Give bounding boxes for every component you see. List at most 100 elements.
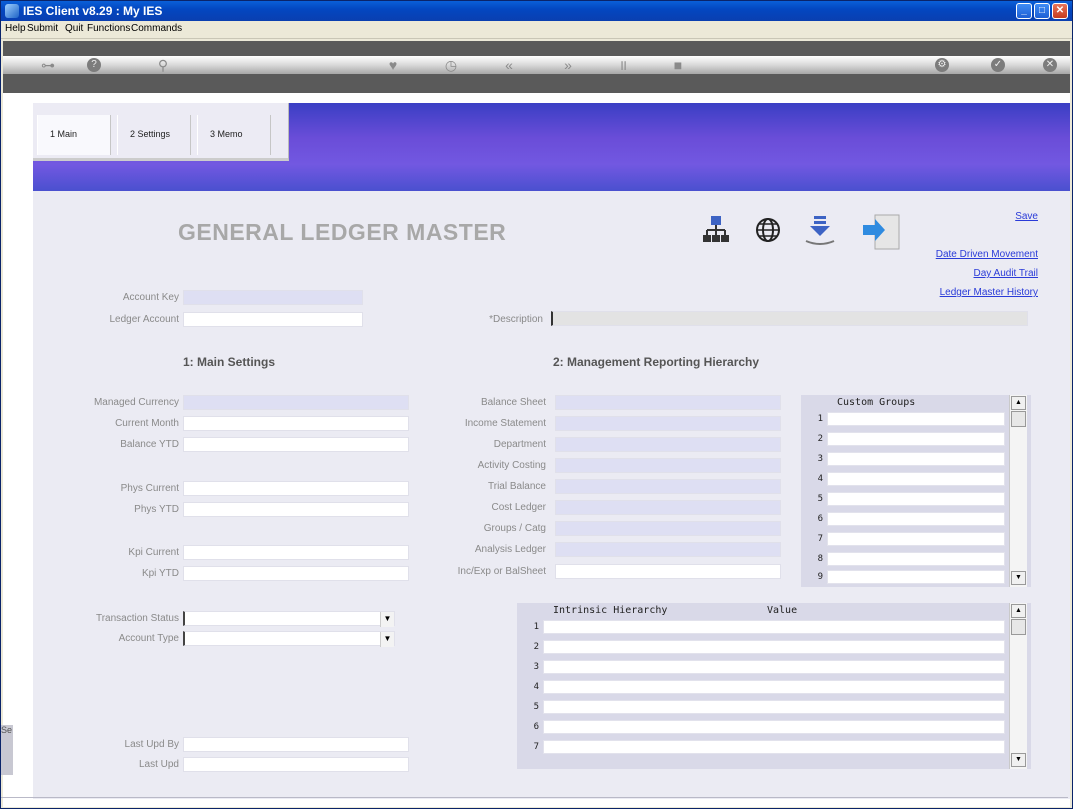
custom-group-row[interactable]: 7 xyxy=(801,531,1013,547)
ledger-master-history-link[interactable]: Ledger Master History xyxy=(940,287,1038,298)
current-month-field[interactable] xyxy=(183,416,409,431)
minimize-button[interactable]: _ xyxy=(1016,3,1032,19)
custom-group-row[interactable]: 9 xyxy=(801,569,1013,585)
analysis-ledger-field[interactable] xyxy=(555,542,781,557)
menu-help[interactable]: Help xyxy=(5,23,26,34)
forward-icon[interactable]: » xyxy=(558,56,578,74)
transaction-status-select[interactable]: ▼ xyxy=(183,611,395,627)
custom-group-cell[interactable] xyxy=(827,432,1005,446)
download-icon[interactable] xyxy=(801,213,839,251)
intrinsic-row[interactable]: 6 xyxy=(517,719,1011,735)
activity-costing-field[interactable] xyxy=(555,458,781,473)
scroll-up-icon[interactable]: ▲ xyxy=(1011,396,1026,410)
stop-icon[interactable]: ■ xyxy=(668,56,688,74)
custom-group-cell[interactable] xyxy=(827,532,1005,546)
day-audit-trail-link[interactable]: Day Audit Trail xyxy=(974,268,1038,279)
menu-quit[interactable]: Quit xyxy=(65,23,83,34)
custom-group-row[interactable]: 5 xyxy=(801,491,1013,507)
custom-group-row[interactable]: 4 xyxy=(801,471,1013,487)
heart-icon[interactable]: ♥ xyxy=(383,56,403,74)
trial-balance-field[interactable] xyxy=(555,479,781,494)
side-panel-tab[interactable]: Se xyxy=(1,725,13,775)
inc-exp-field[interactable] xyxy=(555,564,781,579)
tab-settings[interactable]: 2 Settings xyxy=(117,115,191,155)
phys-ytd-field[interactable] xyxy=(183,502,409,517)
back-icon[interactable]: « xyxy=(499,56,519,74)
key-icon[interactable]: ⊶ xyxy=(33,56,63,74)
kpi-ytd-field[interactable] xyxy=(183,566,409,581)
managed-currency-field[interactable] xyxy=(183,395,409,410)
balance-ytd-field[interactable] xyxy=(183,437,409,452)
inc-exp-label: Inc/Exp or BalSheet xyxy=(457,566,546,577)
department-field[interactable] xyxy=(555,437,781,452)
clock-icon[interactable]: ◷ xyxy=(441,56,461,74)
intrinsic-row[interactable]: 1 xyxy=(517,619,1011,635)
maximize-button[interactable]: □ xyxy=(1034,3,1050,19)
income-statement-field[interactable] xyxy=(555,416,781,431)
intrinsic-cell[interactable] xyxy=(543,680,1005,694)
globe-icon[interactable] xyxy=(749,213,787,251)
last-upd-by-field[interactable] xyxy=(183,737,409,752)
custom-group-cell[interactable] xyxy=(827,570,1005,584)
custom-group-cell[interactable] xyxy=(827,512,1005,526)
hierarchy-icon[interactable] xyxy=(697,213,735,251)
scroll-down-icon[interactable]: ▼ xyxy=(1011,753,1026,767)
ok-icon[interactable]: ✓ xyxy=(991,58,1005,72)
scroll-down-icon[interactable]: ▼ xyxy=(1011,571,1026,585)
intrinsic-cell[interactable] xyxy=(543,620,1005,634)
kpi-current-field[interactable] xyxy=(183,545,409,560)
intrinsic-row[interactable]: 4 xyxy=(517,679,1011,695)
settings-icon[interactable]: ⚙ xyxy=(935,58,949,72)
balance-sheet-field[interactable] xyxy=(555,395,781,410)
intrinsic-cell[interactable] xyxy=(543,740,1005,754)
scroll-thumb[interactable] xyxy=(1011,619,1026,635)
description-field[interactable] xyxy=(551,311,1028,326)
custom-group-row[interactable]: 3 xyxy=(801,451,1013,467)
custom-group-row[interactable]: 1 xyxy=(801,411,1013,427)
intrinsic-row[interactable]: 2 xyxy=(517,639,1011,655)
intrinsic-cell[interactable] xyxy=(543,720,1005,734)
custom-group-cell[interactable] xyxy=(827,552,1005,566)
custom-group-row[interactable]: 8 xyxy=(801,551,1013,567)
account-type-select[interactable]: ▼ xyxy=(183,631,395,647)
menu-commands[interactable]: Commands xyxy=(131,23,182,34)
custom-group-cell[interactable] xyxy=(827,492,1005,506)
intrinsic-cell[interactable] xyxy=(543,660,1005,674)
activity-costing-label: Activity Costing xyxy=(477,460,546,471)
last-upd-field[interactable] xyxy=(183,757,409,772)
dropdown-arrow-icon[interactable]: ▼ xyxy=(380,612,394,627)
ledger-account-field[interactable] xyxy=(183,312,363,327)
intrinsic-row[interactable]: 7 xyxy=(517,739,1011,755)
scroll-up-icon[interactable]: ▲ xyxy=(1011,604,1026,618)
close-icon[interactable]: ✕ xyxy=(1043,58,1057,72)
cost-ledger-field[interactable] xyxy=(555,500,781,515)
menu-submit[interactable]: Submit xyxy=(27,23,58,34)
dropdown-arrow-icon[interactable]: ▼ xyxy=(380,632,394,647)
custom-groups-scrollbar[interactable]: ▲ ▼ xyxy=(1009,395,1027,587)
custom-groups-grid: Custom Groups 1 2 3 4 5 6 7 8 9 ▲ ▼ xyxy=(801,395,1031,587)
custom-group-row[interactable]: 6 xyxy=(801,511,1013,527)
pause-icon[interactable]: ॥ xyxy=(613,56,633,74)
custom-group-cell[interactable] xyxy=(827,412,1005,426)
menu-functions[interactable]: Functions xyxy=(87,23,130,34)
close-window-button[interactable]: ✕ xyxy=(1052,3,1068,19)
intrinsic-scrollbar[interactable]: ▲ ▼ xyxy=(1009,603,1027,769)
groups-catg-field[interactable] xyxy=(555,521,781,536)
tab-main[interactable]: 1 Main xyxy=(37,115,111,155)
import-icon[interactable] xyxy=(853,213,903,251)
intrinsic-cell[interactable] xyxy=(543,640,1005,654)
phys-current-field[interactable] xyxy=(183,481,409,496)
intrinsic-row[interactable]: 5 xyxy=(517,699,1011,715)
date-driven-movement-link[interactable]: Date Driven Movement xyxy=(936,249,1038,260)
intrinsic-cell[interactable] xyxy=(543,700,1005,714)
custom-group-row[interactable]: 2 xyxy=(801,431,1013,447)
custom-group-cell[interactable] xyxy=(827,472,1005,486)
account-key-field[interactable] xyxy=(183,290,363,305)
scroll-thumb[interactable] xyxy=(1011,411,1026,427)
help-icon[interactable]: ? xyxy=(87,58,101,72)
intrinsic-row[interactable]: 3 xyxy=(517,659,1011,675)
tab-memo[interactable]: 3 Memo xyxy=(197,115,271,155)
custom-group-cell[interactable] xyxy=(827,452,1005,466)
save-link[interactable]: Save xyxy=(1015,211,1038,222)
search-icon[interactable]: ⚲ xyxy=(153,56,173,74)
